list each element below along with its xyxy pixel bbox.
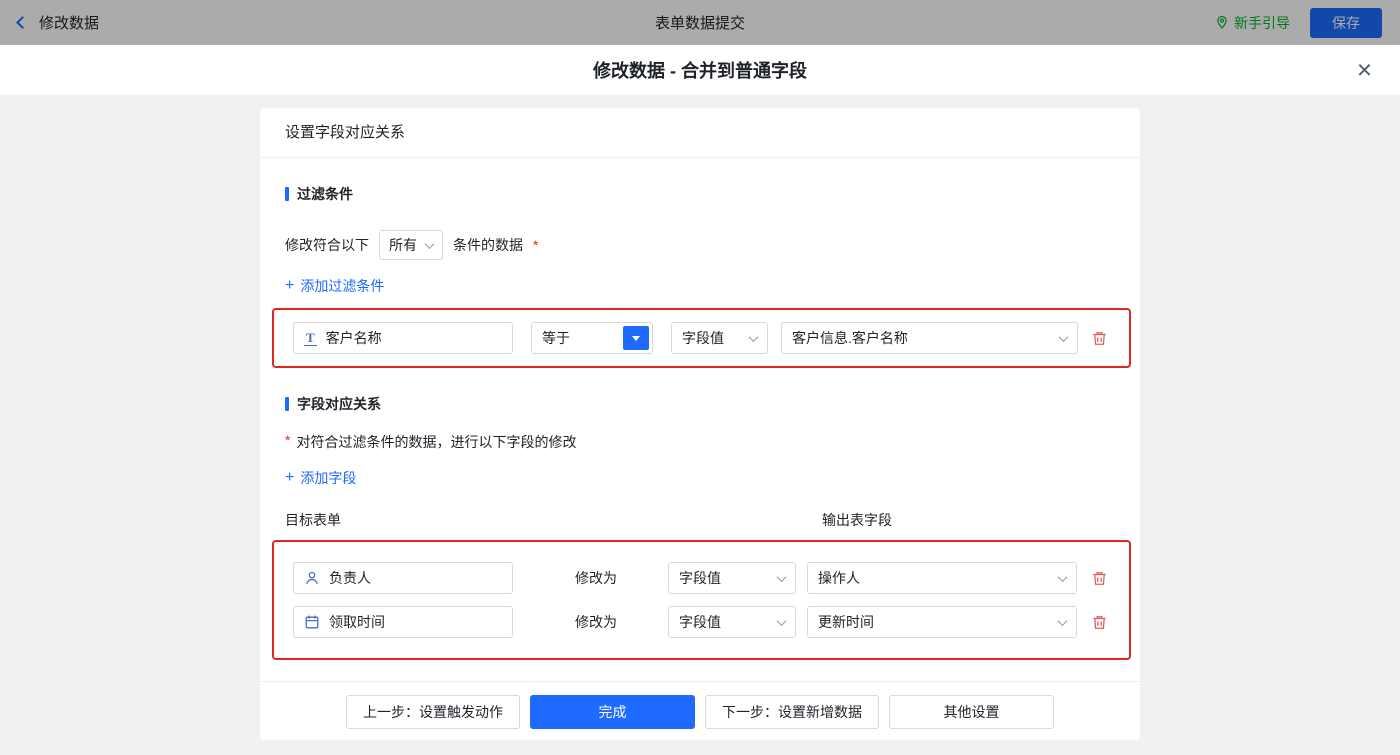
done-button[interactable]: 完成 (530, 695, 695, 729)
output-field-value: 更新时间 (818, 614, 874, 630)
section-marker (285, 397, 289, 411)
modal-title: 修改数据 - 合并到普通字段 (593, 61, 807, 81)
topbar-actions: 新手引导 保存 (1215, 7, 1382, 38)
filter-highlight-box: T 客户名称 等于 字段值 客户信息.客户名称 (272, 308, 1131, 368)
modify-label: 修改为 (575, 570, 617, 586)
value-type-select[interactable]: 字段值 (668, 606, 796, 638)
section-marker (285, 187, 289, 201)
value-type-value: 字段值 (682, 330, 724, 346)
topbar: 修改数据 表单数据提交 新手引导 保存 (0, 0, 1400, 45)
close-icon[interactable]: × (1357, 56, 1372, 82)
filter-field-input[interactable]: T 客户名称 (293, 322, 513, 354)
required-mark: * (285, 432, 291, 448)
mapping-description-text: 对符合过滤条件的数据，进行以下字段的修改 (296, 434, 577, 450)
location-pin-icon (1217, 15, 1227, 29)
mapping-section-label: 字段对应关系 (297, 396, 381, 412)
mapping-row: 负责人 修改为 字段值 操作人 (293, 562, 1110, 594)
next-step-button[interactable]: 下一步：设置新增数据 (705, 695, 879, 729)
trash-icon (1093, 331, 1106, 345)
save-button[interactable]: 保存 (1310, 7, 1382, 38)
target-form-column-header: 目标表单 (285, 512, 341, 528)
chevron-down-icon (1058, 331, 1069, 342)
page-title: 表单数据提交 (654, 15, 745, 32)
target-field-value: 负责人 (329, 570, 371, 586)
operator-select[interactable]: 等于 (531, 322, 653, 354)
match-mode-value: 所有 (389, 237, 417, 253)
value-type-value: 字段值 (679, 570, 721, 586)
value-type-select[interactable]: 字段值 (668, 562, 796, 594)
trash-icon (1093, 571, 1106, 585)
target-field-input[interactable]: 负责人 (293, 562, 513, 594)
prev-step-button[interactable]: 上一步：设置触发动作 (346, 695, 520, 729)
add-field-label: 添加字段 (300, 470, 357, 486)
card-body: 过滤条件 修改符合以下 所有 条件的数据 * + 添加过滤条件 T 客户名称 等… (260, 184, 1140, 660)
filter-condition-line: 修改符合以下 所有 条件的数据 * (285, 230, 1115, 260)
filter-section-title: 过滤条件 (285, 184, 1115, 204)
chevron-down-icon (424, 238, 435, 249)
guide-label: 新手引导 (1234, 14, 1290, 31)
user-icon (304, 570, 320, 586)
operator-value: 等于 (542, 330, 570, 346)
modify-label: 修改为 (575, 614, 617, 630)
settings-card: 设置字段对应关系 过滤条件 修改符合以下 所有 条件的数据 * + 添加过滤条件 (260, 108, 1140, 740)
value-type-select[interactable]: 字段值 (671, 322, 768, 354)
caret-down-icon (632, 335, 640, 341)
target-field-value: 领取时间 (329, 614, 385, 630)
filter-section-label: 过滤条件 (297, 186, 353, 202)
guide-link[interactable]: 新手引导 (1215, 13, 1290, 33)
filter-line-prefix: 修改符合以下 (285, 237, 369, 253)
mapping-section-title: 字段对应关系 (285, 394, 1115, 414)
trash-icon (1093, 615, 1106, 629)
operator-caret-button[interactable] (623, 326, 649, 350)
add-filter-link[interactable]: + 添加过滤条件 (285, 276, 384, 296)
value-type-value: 字段值 (679, 614, 721, 630)
mapping-row: 领取时间 修改为 字段值 更新时间 (293, 606, 1110, 638)
chevron-down-icon (776, 571, 787, 582)
card-footer: 上一步：设置触发动作 完成 下一步：设置新增数据 其他设置 (260, 681, 1140, 740)
plus-icon: + (285, 469, 295, 486)
chevron-down-icon (748, 331, 759, 342)
output-field-column-header: 输出表字段 (822, 512, 892, 528)
mapping-description: * 对符合过滤条件的数据，进行以下字段的修改 (285, 432, 1115, 452)
filter-row: T 客户名称 等于 字段值 客户信息.客户名称 (293, 322, 1110, 354)
output-field-select[interactable]: 更新时间 (807, 606, 1077, 638)
modal-body: 设置字段对应关系 过滤条件 修改符合以下 所有 条件的数据 * + 添加过滤条件 (0, 95, 1400, 755)
delete-mapping-button[interactable] (1089, 612, 1110, 633)
mapping-highlight-box: 负责人 修改为 字段值 操作人 领取时间 修改为 字段值 更新时间 (272, 540, 1131, 660)
match-mode-select[interactable]: 所有 (379, 230, 443, 260)
target-field-input[interactable]: 领取时间 (293, 606, 513, 638)
other-settings-button[interactable]: 其他设置 (889, 695, 1054, 729)
chevron-down-icon (776, 615, 787, 626)
delete-mapping-button[interactable] (1089, 568, 1110, 589)
output-field-value: 操作人 (818, 570, 860, 586)
output-field-select[interactable]: 操作人 (807, 562, 1077, 594)
chevron-down-icon (1057, 571, 1068, 582)
card-title: 设置字段对应关系 (260, 108, 1140, 158)
compare-value: 客户信息.客户名称 (792, 330, 908, 346)
text-field-icon: T (304, 329, 317, 346)
add-filter-label: 添加过滤条件 (300, 278, 385, 294)
calendar-icon (304, 614, 320, 630)
plus-icon: + (285, 277, 295, 294)
filter-line-suffix: 条件的数据 (453, 237, 523, 253)
modal-header: 修改数据 - 合并到普通字段 × (0, 45, 1400, 95)
delete-filter-button[interactable] (1089, 328, 1110, 349)
compare-value-select[interactable]: 客户信息.客户名称 (781, 322, 1078, 354)
add-field-link[interactable]: + 添加字段 (285, 468, 356, 488)
required-mark: * (533, 237, 539, 253)
filter-field-value: 客户名称 (325, 330, 382, 346)
mapping-column-headers: 目标表单 输出表字段 (285, 510, 1115, 530)
chevron-down-icon (1057, 615, 1068, 626)
